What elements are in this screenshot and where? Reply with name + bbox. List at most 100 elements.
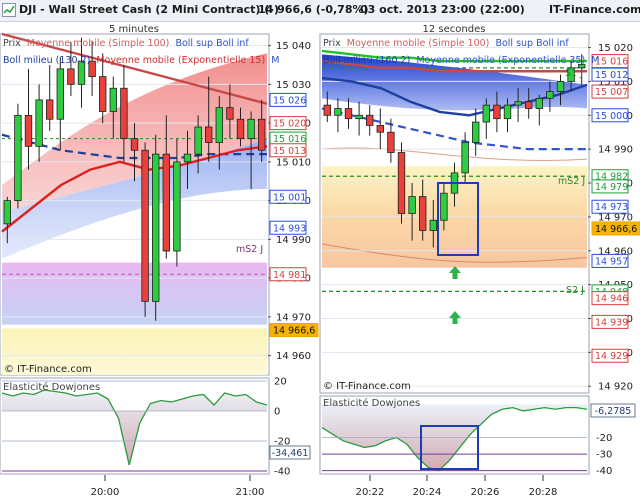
price-tag-label: 15 026 — [273, 95, 306, 106]
left-osc-title: Elasticité Dowjones — [3, 381, 100, 393]
price-tag-label: 14 957 — [595, 256, 628, 267]
candle-body — [152, 153, 160, 302]
left-level-label: mS2 J — [236, 244, 263, 255]
candle-body — [376, 125, 384, 133]
right-time-label: 20:26 — [471, 487, 500, 498]
legend-price: Prix — [323, 38, 341, 49]
left-price-tags: 15 02615 02015 01615 01315 00114 99314 9… — [269, 92, 319, 338]
price-tag-label: 14 966,6 — [595, 224, 637, 235]
candle-body — [183, 153, 192, 163]
candle-body — [67, 68, 75, 85]
legend-sma: Moyenne mobile (Simple 100) — [347, 38, 490, 49]
y-tick-label: 14 970 — [276, 312, 311, 323]
y-tick-label: 15 040 — [276, 41, 311, 52]
osc-tick-label: -40 — [596, 466, 612, 477]
price-tag-label: 14 981 — [273, 270, 306, 281]
left-copyright: © IT-Finance.com — [4, 364, 92, 375]
candle-body — [525, 101, 533, 109]
candle-body — [141, 149, 149, 302]
candle-body — [109, 87, 117, 112]
candle-body — [334, 108, 342, 116]
candle-body — [429, 219, 437, 231]
candle-body — [493, 104, 501, 120]
y-tick-label: 15 010 — [276, 157, 311, 168]
legend-more: M — [271, 55, 279, 66]
y-tick-label: 14 990 — [276, 235, 311, 246]
price-tag-label: 15 007 — [595, 87, 628, 98]
price-tag-label: 14 939 — [595, 317, 628, 328]
left-timeframe: 5 minutes — [109, 24, 159, 35]
candle-body — [440, 192, 448, 221]
candle-body — [236, 118, 245, 140]
candle-body — [162, 153, 170, 252]
legend-bollbands: Boll sup Boll inf — [175, 38, 249, 49]
candle-body — [419, 196, 427, 231]
candle-body — [258, 118, 266, 151]
candle-body — [226, 107, 234, 120]
volatility-zone — [2, 262, 267, 325]
candle-body — [14, 114, 22, 202]
legend-bollmid: Boll milieu (130 2) — [3, 55, 90, 66]
candle-body — [556, 81, 565, 92]
candle-body — [344, 108, 353, 120]
right-legend-line2: Boll milieu (160 2) Moyenne mobile (Expo… — [323, 55, 599, 66]
legend-bollmid: Boll milieu (160 2) — [323, 55, 410, 66]
price-tag-label: 14 973 — [595, 202, 628, 213]
candle-body — [323, 104, 331, 116]
candle-body — [535, 97, 543, 109]
y-tick-label: 14 960 — [276, 351, 311, 362]
candle-body — [35, 99, 43, 147]
osc-tick-label: 20 — [274, 377, 287, 388]
osc-tick-label: -20 — [596, 433, 612, 444]
price-tag-label: 15 020 — [273, 119, 306, 130]
candle-body — [99, 76, 107, 112]
candle-body — [3, 200, 11, 225]
candle-body — [205, 126, 213, 143]
y-tick-label: 15 030 — [276, 80, 311, 91]
level-label-ms2: mS2 J — [558, 176, 585, 187]
right-timeframe: 12 secondes — [423, 24, 486, 35]
y-tick-label: 14 990 — [598, 145, 633, 156]
candle-body — [397, 152, 406, 214]
candle-body — [56, 68, 64, 120]
price-tag-label: 15 016 — [595, 57, 628, 68]
price-tag-label: 14 993 — [273, 223, 306, 234]
candle-body — [130, 138, 139, 151]
y-tick-label: 14 920 — [598, 382, 633, 393]
legend-sma: Moyenne mobile (Simple 100) — [27, 38, 170, 49]
candle-body — [514, 101, 522, 106]
legend-ema: Moyenne mobile (Exponentielle 15) — [96, 55, 265, 66]
candle-body — [387, 131, 395, 153]
brand: IT-Finance.com — [549, 3, 640, 16]
candle-body — [247, 118, 255, 140]
price-tag-label: 14 946 — [595, 294, 628, 305]
osc-tick-label: -40 — [274, 467, 290, 478]
candle-body — [503, 104, 512, 120]
price-tag-label: 15 012 — [595, 70, 628, 81]
level-label-s1: S1 J — [565, 68, 583, 79]
level-label-s2: S2 J — [566, 285, 584, 296]
legend-ema: Moyenne mobile (Exponentielle 35) — [416, 55, 585, 66]
right-legend-line1: Prix Moyenne mobile (Simple 100) Boll su… — [323, 38, 569, 49]
price-tag-label: 14 979 — [595, 182, 628, 193]
candle-body — [482, 104, 490, 123]
candle-body — [546, 91, 554, 99]
candle-body — [461, 141, 469, 174]
osc-tick-label: 0 — [274, 407, 280, 418]
legend-price: Prix — [3, 38, 21, 49]
candle-body — [46, 99, 54, 120]
candle-body — [408, 196, 416, 214]
legend-bollbands: Boll sup Boll inf — [495, 38, 569, 49]
price-tag-label: 14 929 — [595, 351, 628, 362]
right-time-label: 20:24 — [413, 487, 442, 498]
datetime: 03 oct. 2013 23:00 (22:00) — [360, 3, 525, 16]
candle-body — [355, 114, 363, 120]
osc-tick-label: -30 — [596, 450, 612, 461]
right-osc-value: -6,2785 — [595, 406, 632, 417]
candle-body — [120, 87, 128, 140]
left-legend-line1: Prix Moyenne mobile (Simple 100) Boll su… — [3, 38, 249, 49]
left-time-label: 21:00 — [236, 487, 265, 498]
y-tick-label: 15 020 — [598, 43, 633, 54]
right-time-label: 20:22 — [356, 487, 385, 498]
left-time-label: 20:00 — [91, 487, 120, 498]
